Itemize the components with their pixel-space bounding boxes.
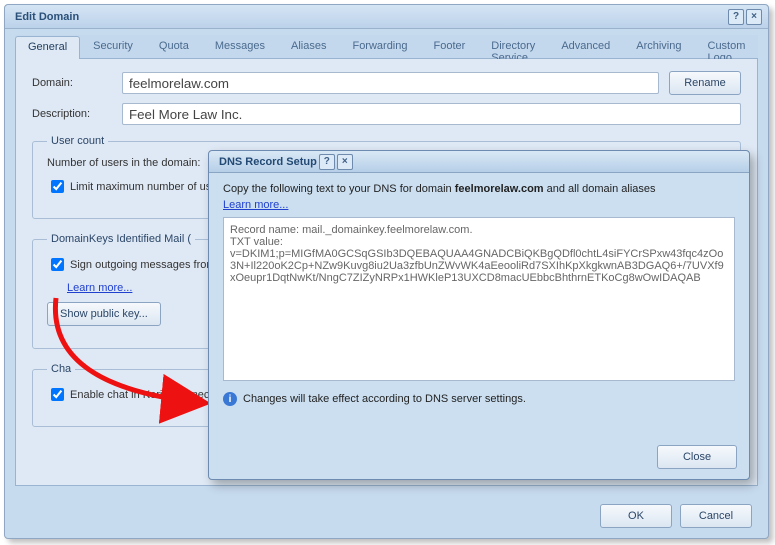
window-titlebar: Edit Domain ? × xyxy=(5,5,768,29)
close-icon[interactable]: × xyxy=(746,9,762,25)
tab-footer[interactable]: Footer xyxy=(421,35,479,58)
tab-advanced[interactable]: Advanced xyxy=(548,35,623,58)
tab-quota[interactable]: Quota xyxy=(146,35,202,58)
limit-users-checkbox[interactable] xyxy=(51,180,64,193)
description-input[interactable] xyxy=(122,103,741,125)
tab-forwarding[interactable]: Forwarding xyxy=(339,35,420,58)
help-icon[interactable]: ? xyxy=(728,9,744,25)
window-title: Edit Domain xyxy=(15,11,79,23)
info-icon: i xyxy=(223,392,237,406)
sign-outgoing-checkbox[interactable] xyxy=(51,258,64,271)
tab-directory-service[interactable]: Directory Service xyxy=(478,35,548,58)
modal-info-text: Changes will take effect according to DN… xyxy=(243,393,526,405)
rename-button[interactable]: Rename xyxy=(669,71,741,95)
tab-custom-logo[interactable]: Custom Logo xyxy=(695,35,759,58)
modal-instruction-post: and all domain aliases xyxy=(544,183,656,195)
modal-close-icon[interactable]: × xyxy=(337,154,353,170)
modal-instruction-pre: Copy the following text to your DNS for … xyxy=(223,183,455,195)
ok-button[interactable]: OK xyxy=(600,504,672,528)
modal-title: DNS Record Setup xyxy=(219,156,317,168)
modal-learn-more-link[interactable]: Learn more... xyxy=(223,199,288,211)
close-button[interactable]: Close xyxy=(657,445,737,469)
limit-users-label: Limit maximum number of use xyxy=(70,181,217,193)
tab-strip: General Security Quota Messages Aliases … xyxy=(15,35,758,59)
modal-instruction: Copy the following text to your DNS for … xyxy=(223,183,735,195)
show-public-key-button[interactable]: Show public key... xyxy=(47,302,161,326)
usercount-legend: User count xyxy=(47,135,108,147)
chat-legend: Cha xyxy=(47,363,75,375)
domain-input[interactable] xyxy=(122,72,659,94)
dkim-learn-more-link[interactable]: Learn more... xyxy=(67,282,132,294)
enable-chat-checkbox[interactable] xyxy=(51,388,64,401)
description-label: Description: xyxy=(32,108,122,120)
tab-aliases[interactable]: Aliases xyxy=(278,35,339,58)
dns-record-textarea[interactable] xyxy=(223,217,735,381)
sign-outgoing-label: Sign outgoing messages from xyxy=(70,259,216,271)
domain-label: Domain: xyxy=(32,77,122,89)
enable-chat-label: Enable chat in Kerio Connect c xyxy=(70,389,221,401)
tab-messages[interactable]: Messages xyxy=(202,35,278,58)
dkim-legend: DomainKeys Identified Mail ( xyxy=(47,233,195,245)
modal-instruction-domain: feelmorelaw.com xyxy=(455,183,544,195)
modal-titlebar: DNS Record Setup ? × xyxy=(209,151,749,173)
tab-general[interactable]: General xyxy=(15,36,80,59)
tab-security[interactable]: Security xyxy=(80,35,146,58)
cancel-button[interactable]: Cancel xyxy=(680,504,752,528)
modal-help-icon[interactable]: ? xyxy=(319,154,335,170)
dns-record-setup-dialog: DNS Record Setup ? × Copy the following … xyxy=(208,150,750,480)
tab-archiving[interactable]: Archiving xyxy=(623,35,694,58)
